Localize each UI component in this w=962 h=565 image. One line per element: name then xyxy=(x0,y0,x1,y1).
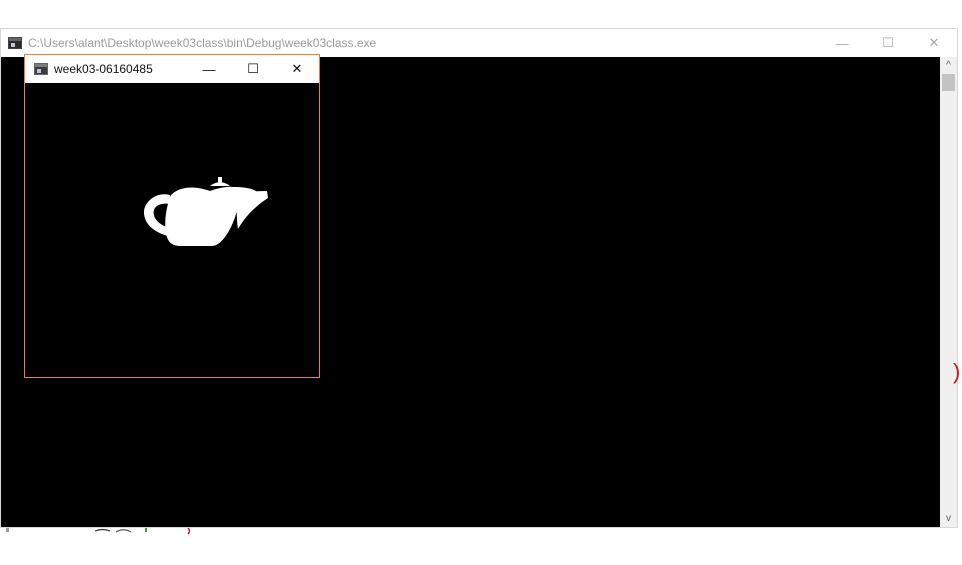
glut-window: week03-06160485 — ☐ ✕ xyxy=(24,54,320,378)
desktop-background-top xyxy=(0,0,962,28)
scroll-down-arrow-icon[interactable]: v xyxy=(940,510,957,527)
console-window-controls: — ☐ ✕ xyxy=(819,29,957,57)
desktop-bottom-artifacts xyxy=(0,527,962,560)
console-titlebar: C:\Users\alant\Desktop\week03class\bin\D… xyxy=(1,29,957,57)
side-red-mark: ) xyxy=(953,359,961,384)
teapot-render xyxy=(143,177,268,246)
console-scrollbar[interactable]: ^ v xyxy=(940,57,957,527)
close-button[interactable]: ✕ xyxy=(911,29,957,57)
scrollbar-thumb[interactable] xyxy=(942,74,955,91)
scroll-up-arrow-icon[interactable]: ^ xyxy=(940,57,957,74)
teapot-icon xyxy=(143,177,268,246)
glut-minimize-button[interactable]: — xyxy=(187,55,231,83)
glut-app-icon xyxy=(34,63,48,75)
glut-titlebar: week03-06160485 — ☐ ✕ xyxy=(25,55,319,83)
maximize-button[interactable]: ☐ xyxy=(865,29,911,57)
console-app-icon xyxy=(8,37,22,49)
minimize-button[interactable]: — xyxy=(819,29,865,57)
glut-window-controls: — ☐ ✕ xyxy=(187,55,319,83)
opengl-canvas[interactable] xyxy=(25,83,319,377)
glut-window-title: week03-06160485 xyxy=(54,62,153,76)
glut-close-button[interactable]: ✕ xyxy=(275,55,319,83)
console-window-title: C:\Users\alant\Desktop\week03class\bin\D… xyxy=(28,36,377,50)
bottom-artifacts-svg xyxy=(6,527,191,535)
glut-maximize-button[interactable]: ☐ xyxy=(231,55,275,83)
